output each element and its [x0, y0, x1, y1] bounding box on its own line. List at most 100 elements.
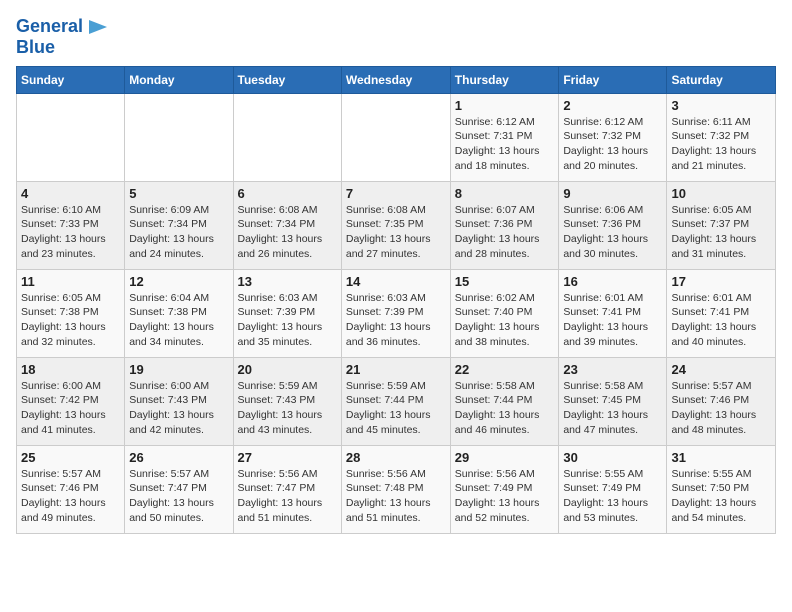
day-detail: Sunrise: 6:00 AMSunset: 7:43 PMDaylight:… [129, 379, 228, 438]
week-row-1: 1 Sunrise: 6:12 AMSunset: 7:31 PMDaylight… [17, 93, 776, 181]
week-row-3: 11 Sunrise: 6:05 AMSunset: 7:38 PMDayligh… [17, 269, 776, 357]
day-detail: Sunrise: 6:01 AMSunset: 7:41 PMDaylight:… [671, 291, 771, 350]
day-number: 13 [238, 274, 337, 289]
calendar-cell: 18 Sunrise: 6:00 AMSunset: 7:42 PMDayligh… [17, 357, 125, 445]
calendar-cell: 9Sunrise: 6:06 AMSunset: 7:36 PMDaylight… [559, 181, 667, 269]
col-header-wednesday: Wednesday [341, 66, 450, 93]
day-detail: Sunrise: 6:01 AMSunset: 7:41 PMDaylight:… [563, 291, 662, 350]
calendar-cell: 14 Sunrise: 6:03 AMSunset: 7:39 PMDayligh… [341, 269, 450, 357]
calendar-cell: 12Sunrise: 6:04 AMSunset: 7:38 PMDayligh… [125, 269, 233, 357]
calendar-cell: 1 Sunrise: 6:12 AMSunset: 7:31 PMDaylight… [450, 93, 559, 181]
day-detail: Sunrise: 5:55 AMSunset: 7:50 PMDaylight:… [671, 467, 771, 526]
day-number: 17 [671, 274, 771, 289]
calendar-header-row: SundayMondayTuesdayWednesdayThursdayFrid… [17, 66, 776, 93]
calendar-cell: 28Sunrise: 5:56 AMSunset: 7:48 PMDayligh… [341, 445, 450, 533]
day-number: 20 [238, 362, 337, 377]
day-number: 23 [563, 362, 662, 377]
day-number: 14 [346, 274, 446, 289]
calendar-cell: 31 Sunrise: 5:55 AMSunset: 7:50 PMDayligh… [667, 445, 776, 533]
calendar-cell: 21 Sunrise: 5:59 AMSunset: 7:44 PMDayligh… [341, 357, 450, 445]
day-detail: Sunrise: 6:02 AMSunset: 7:40 PMDaylight:… [455, 291, 555, 350]
day-number: 25 [21, 450, 120, 465]
day-number: 5 [129, 186, 228, 201]
calendar-cell: 27 Sunrise: 5:56 AMSunset: 7:47 PMDayligh… [233, 445, 341, 533]
day-detail: Sunrise: 5:57 AMSunset: 7:47 PMDaylight:… [129, 467, 228, 526]
logo-text-line2: Blue [16, 38, 55, 58]
day-number: 7 [346, 186, 446, 201]
calendar-cell: 25 Sunrise: 5:57 AMSunset: 7:46 PMDayligh… [17, 445, 125, 533]
col-header-friday: Friday [559, 66, 667, 93]
day-detail: Sunrise: 5:57 AMSunset: 7:46 PMDaylight:… [21, 467, 120, 526]
calendar-cell: 11 Sunrise: 6:05 AMSunset: 7:38 PMDayligh… [17, 269, 125, 357]
day-number: 30 [563, 450, 662, 465]
day-number: 24 [671, 362, 771, 377]
calendar-cell: 6Sunrise: 6:08 AMSunset: 7:34 PMDaylight… [233, 181, 341, 269]
day-detail: Sunrise: 5:55 AMSunset: 7:49 PMDaylight:… [563, 467, 662, 526]
day-detail: Sunrise: 5:59 AMSunset: 7:43 PMDaylight:… [238, 379, 337, 438]
col-header-thursday: Thursday [450, 66, 559, 93]
day-detail: Sunrise: 6:12 AMSunset: 7:31 PMDaylight:… [455, 115, 555, 174]
col-header-sunday: Sunday [17, 66, 125, 93]
day-detail: Sunrise: 6:06 AMSunset: 7:36 PMDaylight:… [563, 203, 662, 262]
col-header-saturday: Saturday [667, 66, 776, 93]
logo-text-line1: General [16, 17, 83, 37]
day-detail: Sunrise: 6:09 AMSunset: 7:34 PMDaylight:… [129, 203, 228, 262]
page-header: General Blue [16, 16, 776, 58]
calendar-cell: 2 Sunrise: 6:12 AMSunset: 7:32 PMDaylight… [559, 93, 667, 181]
day-detail: Sunrise: 6:00 AMSunset: 7:42 PMDaylight:… [21, 379, 120, 438]
day-number: 8 [455, 186, 555, 201]
day-number: 2 [563, 98, 662, 113]
day-detail: Sunrise: 5:57 AMSunset: 7:46 PMDaylight:… [671, 379, 771, 438]
week-row-2: 4 Sunrise: 6:10 AMSunset: 7:33 PMDaylight… [17, 181, 776, 269]
day-detail: Sunrise: 5:58 AMSunset: 7:45 PMDaylight:… [563, 379, 662, 438]
calendar-cell: 30 Sunrise: 5:55 AMSunset: 7:49 PMDayligh… [559, 445, 667, 533]
calendar-cell: 5 Sunrise: 6:09 AMSunset: 7:34 PMDaylight… [125, 181, 233, 269]
day-detail: Sunrise: 5:59 AMSunset: 7:44 PMDaylight:… [346, 379, 446, 438]
week-row-5: 25 Sunrise: 5:57 AMSunset: 7:46 PMDayligh… [17, 445, 776, 533]
calendar-cell: 16 Sunrise: 6:01 AMSunset: 7:41 PMDayligh… [559, 269, 667, 357]
day-detail: Sunrise: 6:05 AMSunset: 7:37 PMDaylight:… [671, 203, 771, 262]
day-number: 6 [238, 186, 337, 201]
day-number: 11 [21, 274, 120, 289]
col-header-monday: Monday [125, 66, 233, 93]
day-number: 4 [21, 186, 120, 201]
calendar-cell: 8Sunrise: 6:07 AMSunset: 7:36 PMDaylight… [450, 181, 559, 269]
day-detail: Sunrise: 6:11 AMSunset: 7:32 PMDaylight:… [671, 115, 771, 174]
calendar-cell: 26 Sunrise: 5:57 AMSunset: 7:47 PMDayligh… [125, 445, 233, 533]
calendar-cell [125, 93, 233, 181]
day-number: 18 [21, 362, 120, 377]
day-number: 10 [671, 186, 771, 201]
day-number: 26 [129, 450, 228, 465]
day-number: 27 [238, 450, 337, 465]
calendar-cell: 15Sunrise: 6:02 AMSunset: 7:40 PMDayligh… [450, 269, 559, 357]
day-detail: Sunrise: 5:56 AMSunset: 7:49 PMDaylight:… [455, 467, 555, 526]
day-detail: Sunrise: 6:12 AMSunset: 7:32 PMDaylight:… [563, 115, 662, 174]
day-number: 21 [346, 362, 446, 377]
calendar-cell: 22Sunrise: 5:58 AMSunset: 7:44 PMDayligh… [450, 357, 559, 445]
day-number: 1 [455, 98, 555, 113]
day-detail: Sunrise: 6:10 AMSunset: 7:33 PMDaylight:… [21, 203, 120, 262]
day-number: 29 [455, 450, 555, 465]
calendar-cell: 23 Sunrise: 5:58 AMSunset: 7:45 PMDayligh… [559, 357, 667, 445]
calendar-cell: 3Sunrise: 6:11 AMSunset: 7:32 PMDaylight… [667, 93, 776, 181]
col-header-tuesday: Tuesday [233, 66, 341, 93]
logo-arrow-icon [87, 16, 109, 38]
calendar-cell [341, 93, 450, 181]
day-number: 31 [671, 450, 771, 465]
day-number: 12 [129, 274, 228, 289]
calendar-cell: 29 Sunrise: 5:56 AMSunset: 7:49 PMDayligh… [450, 445, 559, 533]
calendar-cell: 19 Sunrise: 6:00 AMSunset: 7:43 PMDayligh… [125, 357, 233, 445]
day-detail: Sunrise: 6:05 AMSunset: 7:38 PMDaylight:… [21, 291, 120, 350]
day-number: 28 [346, 450, 446, 465]
day-detail: Sunrise: 5:56 AMSunset: 7:47 PMDaylight:… [238, 467, 337, 526]
day-number: 16 [563, 274, 662, 289]
calendar-table: SundayMondayTuesdayWednesdayThursdayFrid… [16, 66, 776, 534]
calendar-cell: 4 Sunrise: 6:10 AMSunset: 7:33 PMDaylight… [17, 181, 125, 269]
day-detail: Sunrise: 6:08 AMSunset: 7:35 PMDaylight:… [346, 203, 446, 262]
calendar-cell: 17 Sunrise: 6:01 AMSunset: 7:41 PMDayligh… [667, 269, 776, 357]
calendar-cell [17, 93, 125, 181]
calendar-cell: 20 Sunrise: 5:59 AMSunset: 7:43 PMDayligh… [233, 357, 341, 445]
day-number: 19 [129, 362, 228, 377]
calendar-cell: 24 Sunrise: 5:57 AMSunset: 7:46 PMDayligh… [667, 357, 776, 445]
day-detail: Sunrise: 6:03 AMSunset: 7:39 PMDaylight:… [346, 291, 446, 350]
